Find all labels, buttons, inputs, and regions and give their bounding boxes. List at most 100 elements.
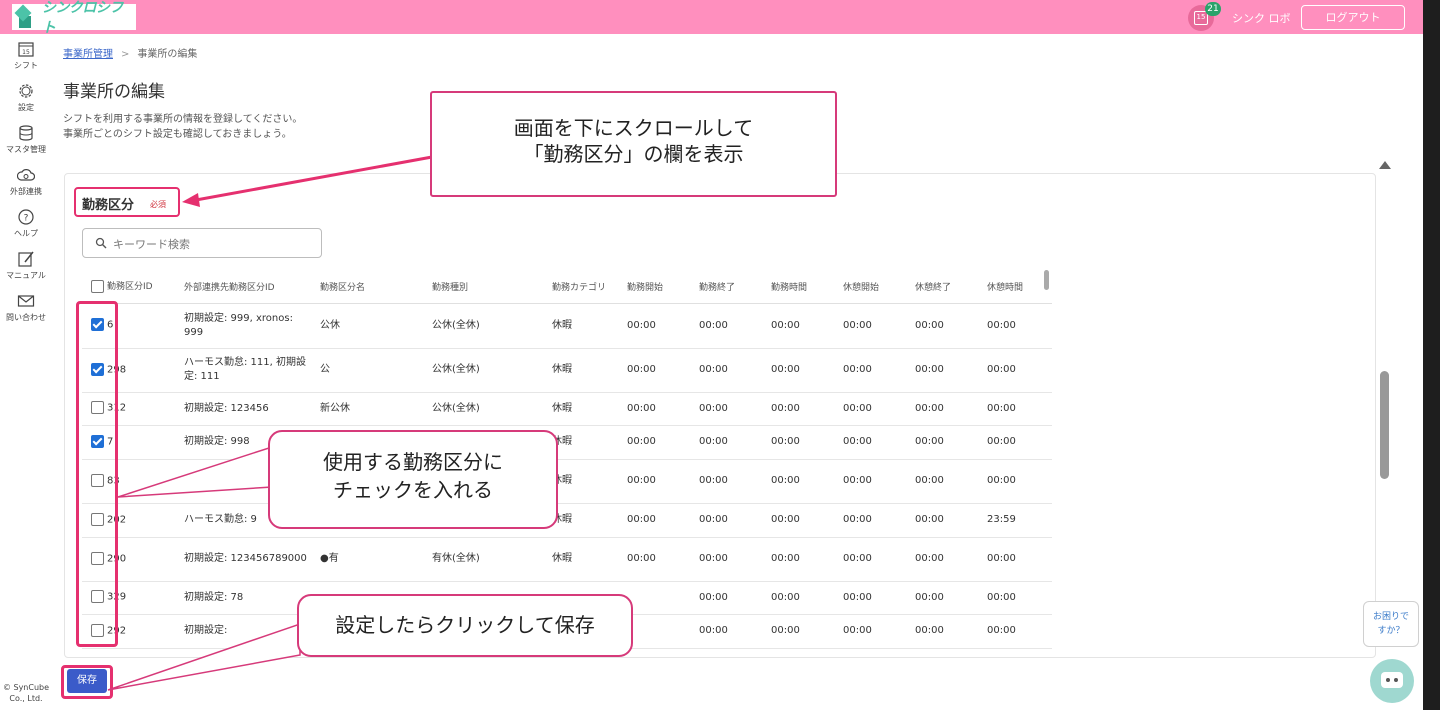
cell-work-time: 00:00 [771,459,843,504]
cell-category: 休暇 [552,425,627,460]
cell-break-end: 00:00 [915,392,987,426]
app-name: シンクロシフト [41,0,124,36]
cell-category: 休暇 [552,392,627,426]
cell-break-start: 00:00 [843,459,915,504]
cell-break-end: 00:00 [915,503,987,538]
annotation-callout-check: 使用する勤務区分に チェックを入れる [268,430,558,529]
robot-assistant-icon[interactable] [1370,659,1414,703]
sidebar: 15 シフト 設定 マスタ管理 外部連携 ? ヘルプ マニュアル 問い合わせ [0,34,52,710]
annotation-highlight-save [61,665,113,699]
sidebar-item-label: ヘルプ [14,229,38,238]
cell-work-end: 00:00 [699,614,771,649]
cell-work-start: 00:00 [627,392,699,426]
select-all-checkbox[interactable] [91,280,104,294]
cell-name: 新公休 [320,392,432,426]
header-category[interactable]: 勤務カテゴリ [552,270,627,304]
sidebar-item-label: 問い合わせ [6,313,46,322]
copyright: © SynCube Co., Ltd. [2,683,50,703]
help-icon: ? [18,209,34,225]
cell-work-end: 00:00 [699,459,771,504]
table-row[interactable]: 202 ハーモス勤怠: 9 休暇 00:00 00:00 00:00 00:00 00:00 2… [82,503,1052,538]
app-logo[interactable]: シンクロシフト [12,0,136,36]
sidebar-item-external[interactable]: 外部連携 [0,166,52,197]
sidebar-item-label: マスタ管理 [6,145,46,154]
breadcrumb-current: 事業所の編集 [137,49,198,60]
header-id[interactable]: 勤務区分ID [82,270,184,304]
cloud-sync-icon [17,169,35,181]
cell-name: ●有 [320,537,432,582]
cell-type: 公休(全休) [432,348,552,393]
header-external-id[interactable]: 外部連携先勤務区分ID [184,270,320,304]
annotation-callout-save: 設定したらクリックして保存 [297,594,633,657]
cell-break-time: 00:00 [987,303,1052,349]
table-scrollbar[interactable] [1044,270,1049,290]
header-work-end[interactable]: 勤務終了 [699,270,771,304]
cell-work-start: 00:00 [627,459,699,504]
annotation-highlight-checkboxes [76,301,118,647]
sidebar-item-manual[interactable]: マニュアル [0,250,52,281]
cell-category: 休暇 [552,303,627,349]
breadcrumb-separator: > [121,49,130,60]
mail-icon [17,295,35,307]
page-description: シフトを利用する事業所の情報を登録してください。 事業所ごとのシフト設定も確認し… [63,114,303,140]
header-break-end[interactable]: 休憩終了 [915,270,987,304]
header-work-start[interactable]: 勤務開始 [627,270,699,304]
annotation-highlight-section [74,187,180,217]
svg-text:15: 15 [22,49,30,56]
cell-break-time: 00:00 [987,581,1052,615]
logout-button[interactable]: ログアウト [1301,5,1405,30]
cell-category: 休暇 [552,348,627,393]
cell-category: 休暇 [552,537,627,582]
keyword-search-box[interactable] [82,228,322,258]
cell-break-start: 00:00 [843,614,915,649]
header-break-start[interactable]: 休憩開始 [843,270,915,304]
cell-break-time: 23:59 [987,503,1052,538]
cell-work-start: 00:00 [627,537,699,582]
cell-work-time: 00:00 [771,503,843,538]
cell-work-start [627,614,699,649]
header-work-time[interactable]: 勤務時間 [771,270,843,304]
cell-break-end: 00:00 [915,614,987,649]
table-row[interactable]: 6 初期設定: 999, xronos: 999 公休 公休(全休) 休暇 00:00 00… [82,303,1052,349]
cell-work-end: 00:00 [699,425,771,460]
header-name[interactable]: 勤務区分名 [320,270,432,304]
notification-count-badge: 21 [1205,2,1221,16]
cell-break-time: 00:00 [987,348,1052,393]
sidebar-item-shift[interactable]: 15 シフト [0,40,52,71]
cell-break-start: 00:00 [843,303,915,349]
header-type[interactable]: 勤務種別 [432,270,552,304]
cell-external-id: 初期設定: 123456 [184,392,320,426]
header-break-time[interactable]: 休憩時間 [987,270,1052,304]
help-chat-bubble[interactable]: お困りで すか？ [1363,601,1419,647]
sidebar-item-settings[interactable]: 設定 [0,82,52,113]
cell-work-start: 00:00 [627,303,699,349]
table-row[interactable]: 312 初期設定: 123456 新公休 公休(全休) 休暇 00:00 00:00 00:0… [82,392,1052,426]
cell-work-end: 00:00 [699,537,771,582]
sidebar-item-label: シフト [14,61,38,70]
cell-work-end: 00:00 [699,348,771,393]
sidebar-item-help[interactable]: ? ヘルプ [0,208,52,239]
calendar-icon: 15 [18,42,34,57]
sidebar-item-contact[interactable]: 問い合わせ [0,292,52,323]
table-row[interactable]: 298 ハーモス勤怠: 111, 初期設定: 111 公公休(全休) 休暇 00:00 0… [82,348,1052,393]
scroll-up-arrow-icon[interactable] [1379,161,1391,169]
user-name[interactable]: シンク ロボ [1232,10,1291,26]
cell-work-start [627,581,699,615]
cell-break-start: 00:00 [843,581,915,615]
cell-work-end: 00:00 [699,392,771,426]
search-icon [95,237,107,249]
cell-work-time: 00:00 [771,425,843,460]
cell-name: 公休 [320,303,432,349]
sidebar-item-label: 設定 [18,103,34,112]
cell-work-time: 00:00 [771,614,843,649]
search-input[interactable] [113,235,313,253]
table-row[interactable]: 7 初期設定: 998 休暇 00:00 00:00 00:00 00:00 00:00 00:… [82,425,1052,460]
breadcrumb-link-office-management[interactable]: 事業所管理 [63,49,113,60]
table-row[interactable]: 83 ハーモス勤 休暇 00:00 00:00 00:00 00:00 00:00 00:00 [82,459,1052,504]
sidebar-item-master[interactable]: マスタ管理 [0,124,52,155]
logo-icon [14,4,36,29]
cell-break-end: 00:00 [915,537,987,582]
table-row[interactable]: 290 初期設定: 123456789000 ●有 有休(全休) 休暇 00:00 00:0… [82,537,1052,582]
sidebar-item-label: 外部連携 [10,187,42,196]
page-scrollbar[interactable] [1380,371,1389,479]
